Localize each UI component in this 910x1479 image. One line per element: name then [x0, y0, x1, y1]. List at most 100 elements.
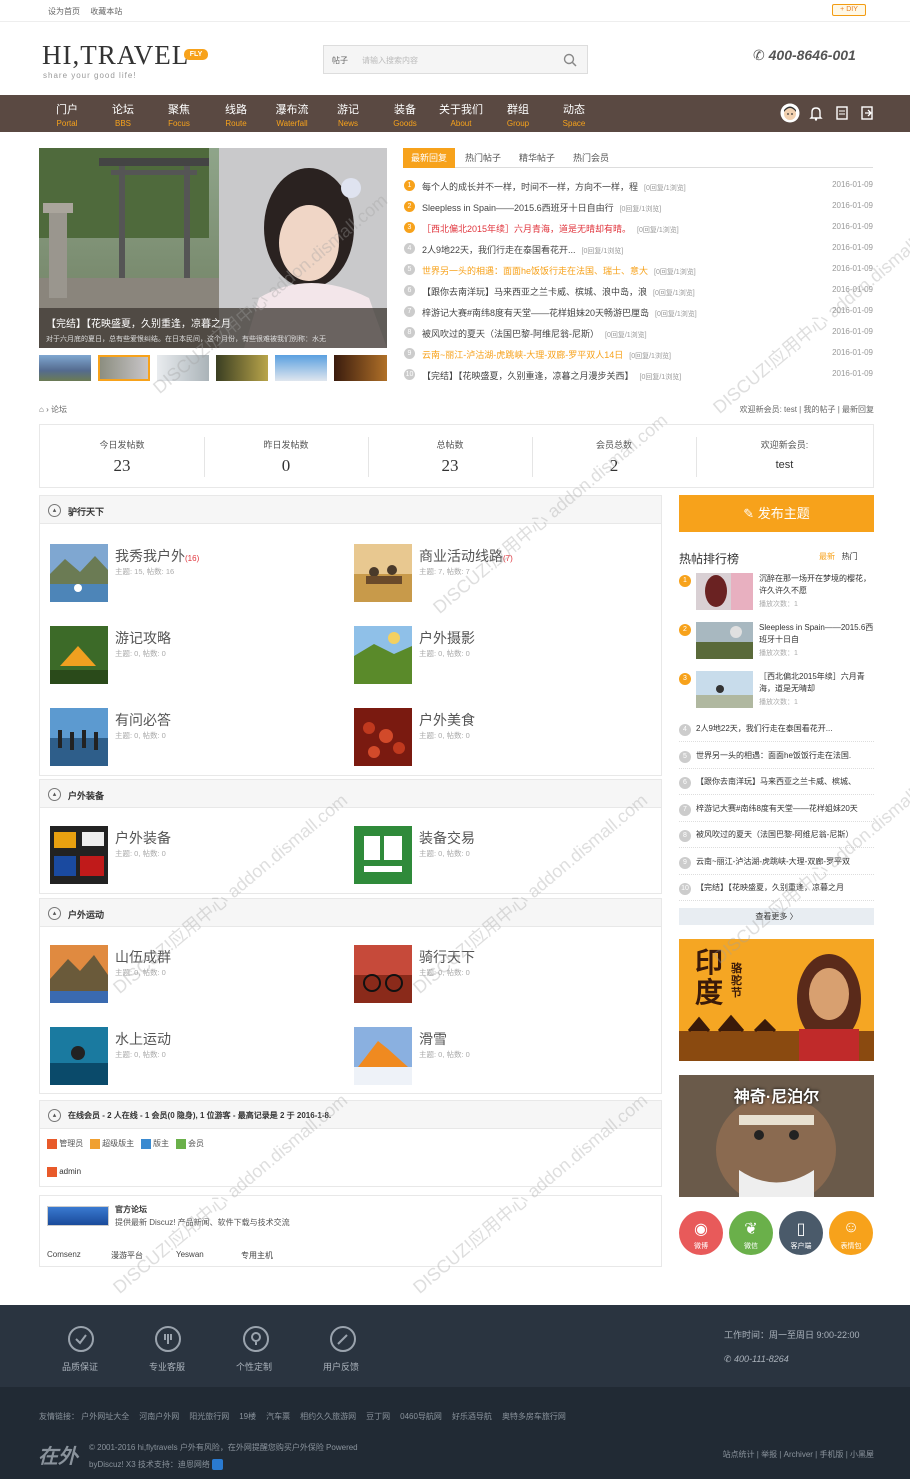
forum-icon[interactable] — [50, 544, 108, 602]
forum-name[interactable]: 我秀我户外 — [115, 548, 185, 564]
thread-row[interactable]: 8 被风吹过的夏天（法国巴黎-阿维尼翁-尼斯） [0回复/1浏览] 2016-01-0… — [403, 324, 873, 345]
footer-link[interactable]: 0460导航网 — [400, 1412, 442, 1421]
bookmark-link[interactable]: 收藏本站 — [90, 7, 122, 16]
footer-link[interactable]: 好乐酒导航 — [452, 1412, 492, 1421]
forum-icon[interactable] — [50, 945, 108, 1003]
thread-row[interactable]: 5 世界另一头的相遇：面面he饭饭行走在法国、瑞士、意大 [0回复/1浏览] 2016… — [403, 261, 873, 282]
slide-thumb[interactable] — [157, 355, 209, 381]
collapse-icon[interactable]: ▴ — [48, 907, 61, 920]
ranked-title[interactable]: 沉醉在那一场开在梦境的樱花，许久许久不愿 — [759, 573, 874, 597]
new-member-link[interactable]: test — [696, 459, 873, 471]
thread-title[interactable]: ［西北偏北2015年续］六月青海，道是无晴却有晴。 — [422, 224, 631, 234]
thread-title[interactable]: 每个人的成长并不一样，时间不一样，方向不一样，程 — [422, 182, 638, 192]
ranked-list-item[interactable]: 7 梓游记大赛#南纬8度有天堂——花样姐妹20天 — [679, 802, 874, 822]
ranked-list-item[interactable]: 10 【完结】【花映盛夏，久别重逢，凉暮之月 — [679, 881, 874, 901]
thread-row[interactable]: 6 【跟你去南洋玩】马来西亚之兰卡威、槟城、浪中岛，浪 [0回复/1浏览] 2016-… — [403, 282, 873, 303]
thread-title-wrap[interactable]: ［西北偏北2015年续］六月青海，道是无晴却有晴。 [0回复/1浏览] — [422, 222, 679, 235]
thread-title-wrap[interactable]: 2人9地22天，我们行走在泰国看花开... [0回复/1浏览] — [422, 243, 623, 256]
app-button[interactable]: ▯ 客户端 — [779, 1211, 823, 1255]
forum-icon[interactable] — [354, 626, 412, 684]
forum-group-title[interactable]: 驴行天下 — [68, 505, 104, 518]
online-username[interactable]: admin — [59, 1167, 81, 1176]
bell-icon[interactable] — [806, 103, 826, 123]
ranked-thread[interactable]: 1 沉醉在那一场开在梦境的樱花，许久许久不愿 播放次数：1 — [679, 573, 874, 613]
ranked-list-title[interactable]: 云南~丽江-泸沽湖-虎跳峡-大理-双廊-罗平双 — [696, 856, 850, 867]
forum-name[interactable]: 有问必答 — [115, 712, 171, 728]
forum-icon[interactable] — [50, 626, 108, 684]
ranked-thread[interactable]: 2 Sleepless in Spain——2015.6西班牙十日自 播放次数：… — [679, 622, 874, 662]
slide-thumb[interactable] — [334, 355, 387, 381]
thread-title-wrap[interactable]: 世界另一头的相遇：面面he饭饭行走在法国、瑞士、意大 [0回复/1浏览] — [422, 264, 696, 277]
forum-name[interactable]: 滑雪 — [419, 1031, 447, 1047]
tab-latest-reply[interactable]: 最新回复 — [403, 148, 455, 168]
ranked-list-item[interactable]: 4 2人9地22天，我们行走在泰国看花开... — [679, 722, 874, 742]
thread-title[interactable]: 2人9地22天，我们行走在泰国看花开... — [422, 245, 576, 255]
nav-route[interactable]: 线路 Route — [208, 95, 264, 132]
forum-icon[interactable] — [50, 1027, 108, 1085]
official-forum-link[interactable]: 官方论坛 — [115, 1204, 147, 1215]
forum-group-header[interactable]: ▴ 户外运动 — [40, 899, 661, 927]
forum-item[interactable]: 我秀我户外(16) 主题: 15, 帖数: 16 — [40, 544, 330, 604]
avatar[interactable] — [780, 103, 800, 123]
thread-title[interactable]: 梓游记大赛#南纬8度有天堂——花样姐妹20天畅游巴厘岛 — [422, 308, 649, 318]
ranked-list-item[interactable]: 6 【跟你去南洋玩】马来西亚之兰卡威、槟城、 — [679, 775, 874, 795]
thread-title-wrap[interactable]: Sleepless in Spain——2015.6西班牙十日自由行 [0回复/1… — [422, 201, 661, 214]
slide-thumb[interactable] — [98, 355, 150, 381]
thread-row[interactable]: 9 云南~丽江-泸沽湖-虎跳峡-大理-双廊-罗平双人14日 [0回复/1浏览] 201… — [403, 345, 873, 366]
featured-slider[interactable]: 【完结】【花映盛夏，久别重逢，凉暮之月 对于六月底的夏日，总有些爱恨纠结。在日本… — [39, 148, 387, 348]
footer-link[interactable]: 河南户外网 — [139, 1412, 179, 1421]
nav-focus[interactable]: 聚焦 Focus — [151, 95, 207, 132]
weibo-button[interactable]: ◉ 微博 — [679, 1211, 723, 1255]
forum-item[interactable]: 骑行天下 主题: 0, 帖数: 0 — [344, 945, 634, 1005]
thread-title-wrap[interactable]: 【完结】【花映盛夏，久别重逢，凉暮之月漫步关西】 [0回复/1浏览] — [422, 369, 681, 382]
thread-thumb[interactable] — [696, 573, 753, 610]
forum-name[interactable]: 水上运动 — [115, 1031, 171, 1047]
thread-title[interactable]: 云南~丽江-泸沽湖-虎跳峡-大理-双廊-罗平双人14日 — [422, 350, 623, 360]
forum-item[interactable]: 商业活动线路(7) 主题: 7, 帖数: 7 — [344, 544, 634, 604]
thread-row[interactable]: 4 2人9地22天，我们行走在泰国看花开... [0回复/1浏览] 2016-01-0… — [403, 240, 873, 261]
forum-icon[interactable] — [50, 708, 108, 766]
ranked-thread[interactable]: 3 ［西北偏北2015年续］六月青海，道是无晴却 播放次数：1 — [679, 671, 874, 711]
ad-india-banner[interactable]: 印度 骆驼节 — [679, 939, 874, 1061]
ad-nepal-banner[interactable]: 神奇·尼泊尔 — [679, 1075, 874, 1197]
tab-hot-threads[interactable]: 热门帖子 — [457, 148, 509, 168]
search-input[interactable]: 请输入搜索内容 — [362, 55, 418, 66]
nav-portal[interactable]: 门户 Portal — [39, 95, 95, 132]
search-type-select[interactable]: 帖子 — [332, 55, 348, 66]
ranked-list-title[interactable]: 2人9地22天，我们行走在泰国看花开... — [696, 723, 832, 734]
forum-item[interactable]: 山伍成群 主题: 0, 帖数: 0 — [40, 945, 330, 1005]
forum-item[interactable]: 装备交易 主题: 0, 帖数: 0 — [344, 826, 634, 886]
thread-title-wrap[interactable]: 每个人的成长并不一样，时间不一样，方向不一样，程 [0回复/1浏览] — [422, 180, 686, 193]
thread-title-wrap[interactable]: 【跟你去南洋玩】马来西亚之兰卡威、槟城、浪中岛，浪 [0回复/1浏览] — [422, 285, 695, 298]
logout-icon[interactable] — [857, 103, 877, 123]
forum-icon[interactable] — [354, 544, 412, 602]
online-header[interactable]: ▴ 在线会员 - 2 人在线 - 1 会员(0 隐身), 1 位游客 - 最高记录… — [40, 1101, 661, 1129]
slide-title[interactable]: 【完结】【花映盛夏，久别重逢，凉暮之月 — [46, 315, 231, 330]
thread-title[interactable]: 【跟你去南洋玩】马来西亚之兰卡威、槟城、浪中岛，浪 — [422, 287, 647, 297]
forum-group-title[interactable]: 户外运动 — [68, 908, 104, 921]
forum-group-header[interactable]: ▴ 驴行天下 — [40, 496, 661, 524]
nav-space[interactable]: 动态 Space — [546, 95, 602, 132]
footer-right-links[interactable]: 站点统计 | 举报 | Archiver | 手机版 | 小黑屋 — [723, 1449, 874, 1460]
forum-item[interactable]: 有问必答 主题: 0, 帖数: 0 — [40, 708, 330, 768]
collapse-icon[interactable]: ▴ — [48, 1109, 61, 1122]
view-more-button[interactable]: 查看更多 〉 — [679, 908, 874, 925]
nav-news[interactable]: 游记 News — [320, 95, 376, 132]
forum-name[interactable]: 游记攻略 — [115, 630, 171, 646]
search-icon[interactable] — [563, 53, 577, 67]
ranked-title[interactable]: Sleepless in Spain——2015.6西班牙十日自 — [759, 622, 874, 646]
new-thread-button[interactable]: ✎ 发布主题 — [679, 495, 874, 532]
thread-row[interactable]: 7 梓游记大赛#南纬8度有天堂——花样姐妹20天畅游巴厘岛 [0回复/1浏览] 201… — [403, 303, 873, 324]
forum-name[interactable]: 商业活动线路 — [419, 548, 503, 564]
thread-thumb[interactable] — [696, 671, 753, 708]
friend-link[interactable]: 专用主机 — [241, 1250, 273, 1261]
ranked-list-title[interactable]: 被风吹过的夏天（法国巴黎-阿维尼翁-尼斯） — [696, 829, 853, 840]
site-logo[interactable]: HI,TRAVEL — [42, 40, 189, 71]
home-icon[interactable]: ⌂ — [39, 405, 44, 414]
slide-thumb[interactable] — [275, 355, 327, 381]
forum-icon[interactable] — [50, 826, 108, 884]
slide-thumb[interactable] — [216, 355, 268, 381]
thread-title-wrap[interactable]: 云南~丽江-泸沽湖-虎跳峡-大理-双廊-罗平双人14日 [0回复/1浏览] — [422, 348, 671, 361]
forum-group-header[interactable]: ▴ 户外装备 — [40, 780, 661, 808]
thread-title[interactable]: Sleepless in Spain——2015.6西班牙十日自由行 — [422, 203, 614, 213]
